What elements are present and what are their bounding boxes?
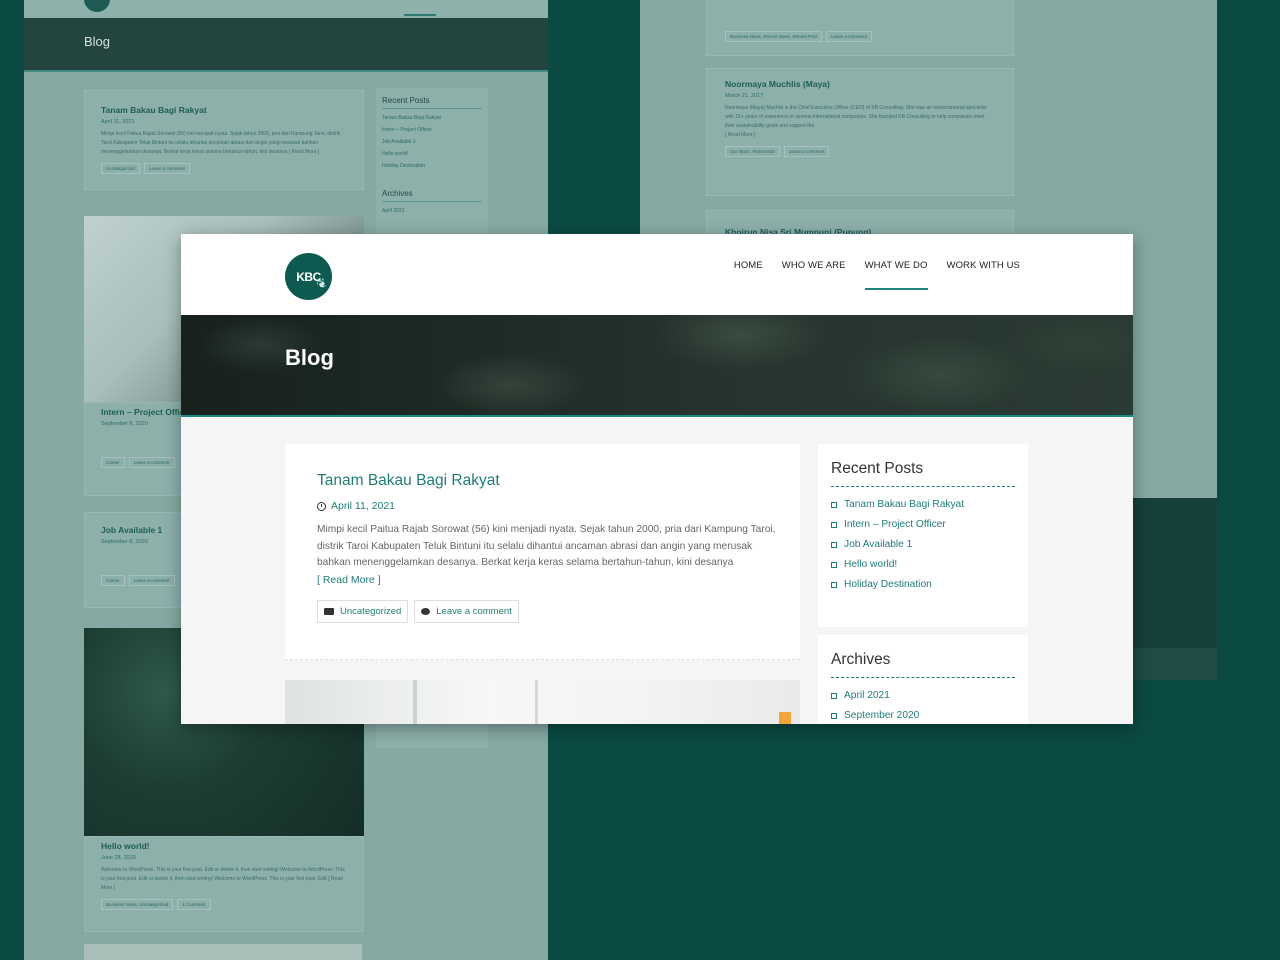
- comment-tag[interactable]: Leave a comment: [414, 600, 519, 623]
- read-more-link[interactable]: [ Read More ]: [317, 572, 381, 589]
- recent-post-label: Tanam Bakau Bagi Rakyat: [844, 499, 965, 510]
- bg-left-hero-title: Blog: [84, 34, 111, 49]
- bg-left-sidebar-item: Tanam Bakau Bagi Rakyat: [382, 115, 441, 121]
- nav-what-we-do[interactable]: WHAT WE DO: [864, 260, 928, 290]
- recent-post-label: Job Available 1: [844, 539, 913, 550]
- site-header: KBC ❦ HOME WHO WE ARE WHAT WE DO WORK WI…: [181, 234, 1133, 315]
- nav-home[interactable]: HOME: [734, 260, 763, 290]
- recent-post-label: Holiday Destination: [844, 579, 932, 590]
- site-logo[interactable]: KBC ❦: [285, 253, 332, 300]
- recent-posts-widget: Recent Posts Tanam Bakau Bagi Rakyat Int…: [818, 444, 1028, 627]
- bg-right-tag: Leave a comment: [783, 146, 830, 157]
- folder-icon: [324, 608, 334, 615]
- square-bullet-icon: [831, 581, 837, 588]
- bg-left-tag: 1 Comment: [177, 899, 211, 910]
- post-excerpt: Mimpi kecil Paitua Rajab Sorowat (56) ki…: [317, 522, 777, 589]
- recent-post-item[interactable]: Job Available 1: [831, 539, 1015, 550]
- bg-left-tag: Leave a comment: [128, 457, 175, 468]
- bg-left-post-card: Tanam Bakau Bagi Rakyat April 11, 2021 M…: [84, 90, 364, 190]
- bg-left-post-card: Hello world! June 28, 2020 Welcome to Wo…: [84, 836, 364, 932]
- bg-right-tag: Business News, Recent News, Recent Post: [725, 31, 823, 42]
- post-card: Tanam Bakau Bagi Rakyat April 11, 2021 M…: [285, 444, 800, 660]
- bg-left-tag: Leave a comment: [144, 163, 190, 174]
- post-date-text[interactable]: April 11, 2021: [331, 500, 395, 512]
- bg-left-sidebar-item: Holiday Destination: [382, 163, 426, 169]
- archive-item[interactable]: April 2021: [831, 690, 1015, 701]
- post-date: April 11, 2021: [317, 500, 768, 512]
- bg-right-post-card: Business News, Recent News, Recent Post L…: [706, 0, 1014, 56]
- recent-post-label: Intern – Project Officer: [844, 519, 946, 530]
- bg-left-post-date: April 11, 2021: [101, 119, 135, 125]
- bg-left-nav-underline: [404, 14, 436, 16]
- recent-posts-heading: Recent Posts: [831, 460, 1015, 487]
- comment-icon: [421, 608, 431, 615]
- category-tag[interactable]: Uncategorized: [317, 600, 409, 623]
- page-hero: Blog: [181, 315, 1133, 417]
- recent-post-label: Hello world!: [844, 559, 898, 570]
- bg-left-tag: Uncategorized: [101, 163, 141, 174]
- bg-right-post-excerpt: Noormaya (Maya) Muchlis is the Chief Exe…: [725, 105, 987, 129]
- post-featured-image[interactable]: [285, 680, 800, 724]
- post-excerpt-text: Mimpi kecil Paitua Rajab Sorowat (56) ki…: [317, 524, 776, 568]
- bg-left-sidebar-heading: Archives: [382, 189, 482, 202]
- recent-post-item[interactable]: Tanam Bakau Bagi Rakyat: [831, 499, 1015, 510]
- page-title: Blog: [285, 345, 334, 370]
- nav-work-with-us[interactable]: WORK WITH US: [947, 260, 1021, 290]
- square-bullet-icon: [831, 712, 837, 719]
- bg-right-footer-bottom: [1133, 648, 1217, 680]
- recent-post-item[interactable]: Holiday Destination: [831, 579, 1015, 590]
- recent-post-item[interactable]: Hello world!: [831, 559, 1015, 570]
- bg-left-tag: Business News, Uncategorized: [101, 899, 174, 910]
- bg-left-post-title: Tanam Bakau Bagi Rakyat: [101, 105, 207, 115]
- nav-who-we-are[interactable]: WHO WE ARE: [782, 260, 846, 290]
- bg-right-post-card: Noormaya Muchlis (Maya) March 21, 2017 N…: [706, 68, 1014, 196]
- bg-left-header: [24, 0, 548, 18]
- bg-left-bottom-image: [84, 944, 362, 960]
- bg-left-post-excerpt: Welcome to WordPress. This is your first…: [101, 867, 345, 891]
- category-label: Uncategorized: [340, 606, 402, 617]
- square-bullet-icon: [831, 501, 837, 508]
- bg-left-sidebar-heading: Recent Posts: [382, 96, 482, 109]
- bg-left-tag: Career: [101, 457, 125, 468]
- bg-left-tag: Career: [101, 575, 125, 586]
- image-window-frame: [413, 680, 417, 724]
- bg-right-tag: Leave a comment: [826, 31, 872, 42]
- bg-left-sidebar-item: Intern – Project Officer: [382, 127, 432, 133]
- browser-window: KBC ❦ HOME WHO WE ARE WHAT WE DO WORK WI…: [181, 234, 1133, 724]
- bg-left-post-title: Hello world!: [101, 841, 150, 851]
- main-nav: HOME WHO WE ARE WHAT WE DO WORK WITH US: [734, 260, 1020, 290]
- bg-left-logo: [84, 0, 110, 12]
- archive-label: September 2020: [844, 710, 920, 721]
- bg-left-sidebar-item: Job Available 1: [382, 139, 416, 145]
- archives-heading: Archives: [831, 651, 1015, 678]
- archives-widget: Archives April 2021 September 2020: [818, 635, 1028, 724]
- square-bullet-icon: [831, 561, 837, 568]
- square-bullet-icon: [831, 521, 837, 528]
- bg-left-tag: Leave a comment: [128, 575, 175, 586]
- clock-icon: [317, 501, 326, 511]
- square-bullet-icon: [831, 541, 837, 548]
- bg-right-read-more: [ Read More ]: [725, 132, 756, 138]
- bg-right-tag: Our Team, Testimonial: [725, 146, 780, 157]
- post-title[interactable]: Tanam Bakau Bagi Rakyat: [317, 472, 768, 490]
- image-window-frame: [535, 680, 538, 724]
- recent-post-item[interactable]: Intern – Project Officer: [831, 519, 1015, 530]
- post-tags: Uncategorized Leave a comment: [317, 600, 768, 623]
- bg-left-sidebar-item: April 2021: [382, 208, 405, 214]
- leaf-icon: ❦: [314, 275, 330, 293]
- bg-right-post-date: March 21, 2017: [725, 93, 764, 99]
- archive-label: April 2021: [844, 690, 890, 701]
- image-sticky-note: [779, 712, 791, 724]
- bg-left-hero: Blog: [24, 18, 548, 72]
- bg-right-post-title: Noormaya Muchlis (Maya): [725, 79, 830, 89]
- archive-item[interactable]: September 2020: [831, 710, 1015, 721]
- comment-label: Leave a comment: [436, 606, 512, 617]
- square-bullet-icon: [831, 692, 837, 699]
- bg-left-post-date: June 28, 2020: [101, 855, 136, 861]
- bg-left-post-excerpt: Mimpi kecil Paitua Rajab Sorowat (56) ki…: [101, 131, 341, 155]
- bg-left-sidebar-item: Hello world!: [382, 151, 409, 157]
